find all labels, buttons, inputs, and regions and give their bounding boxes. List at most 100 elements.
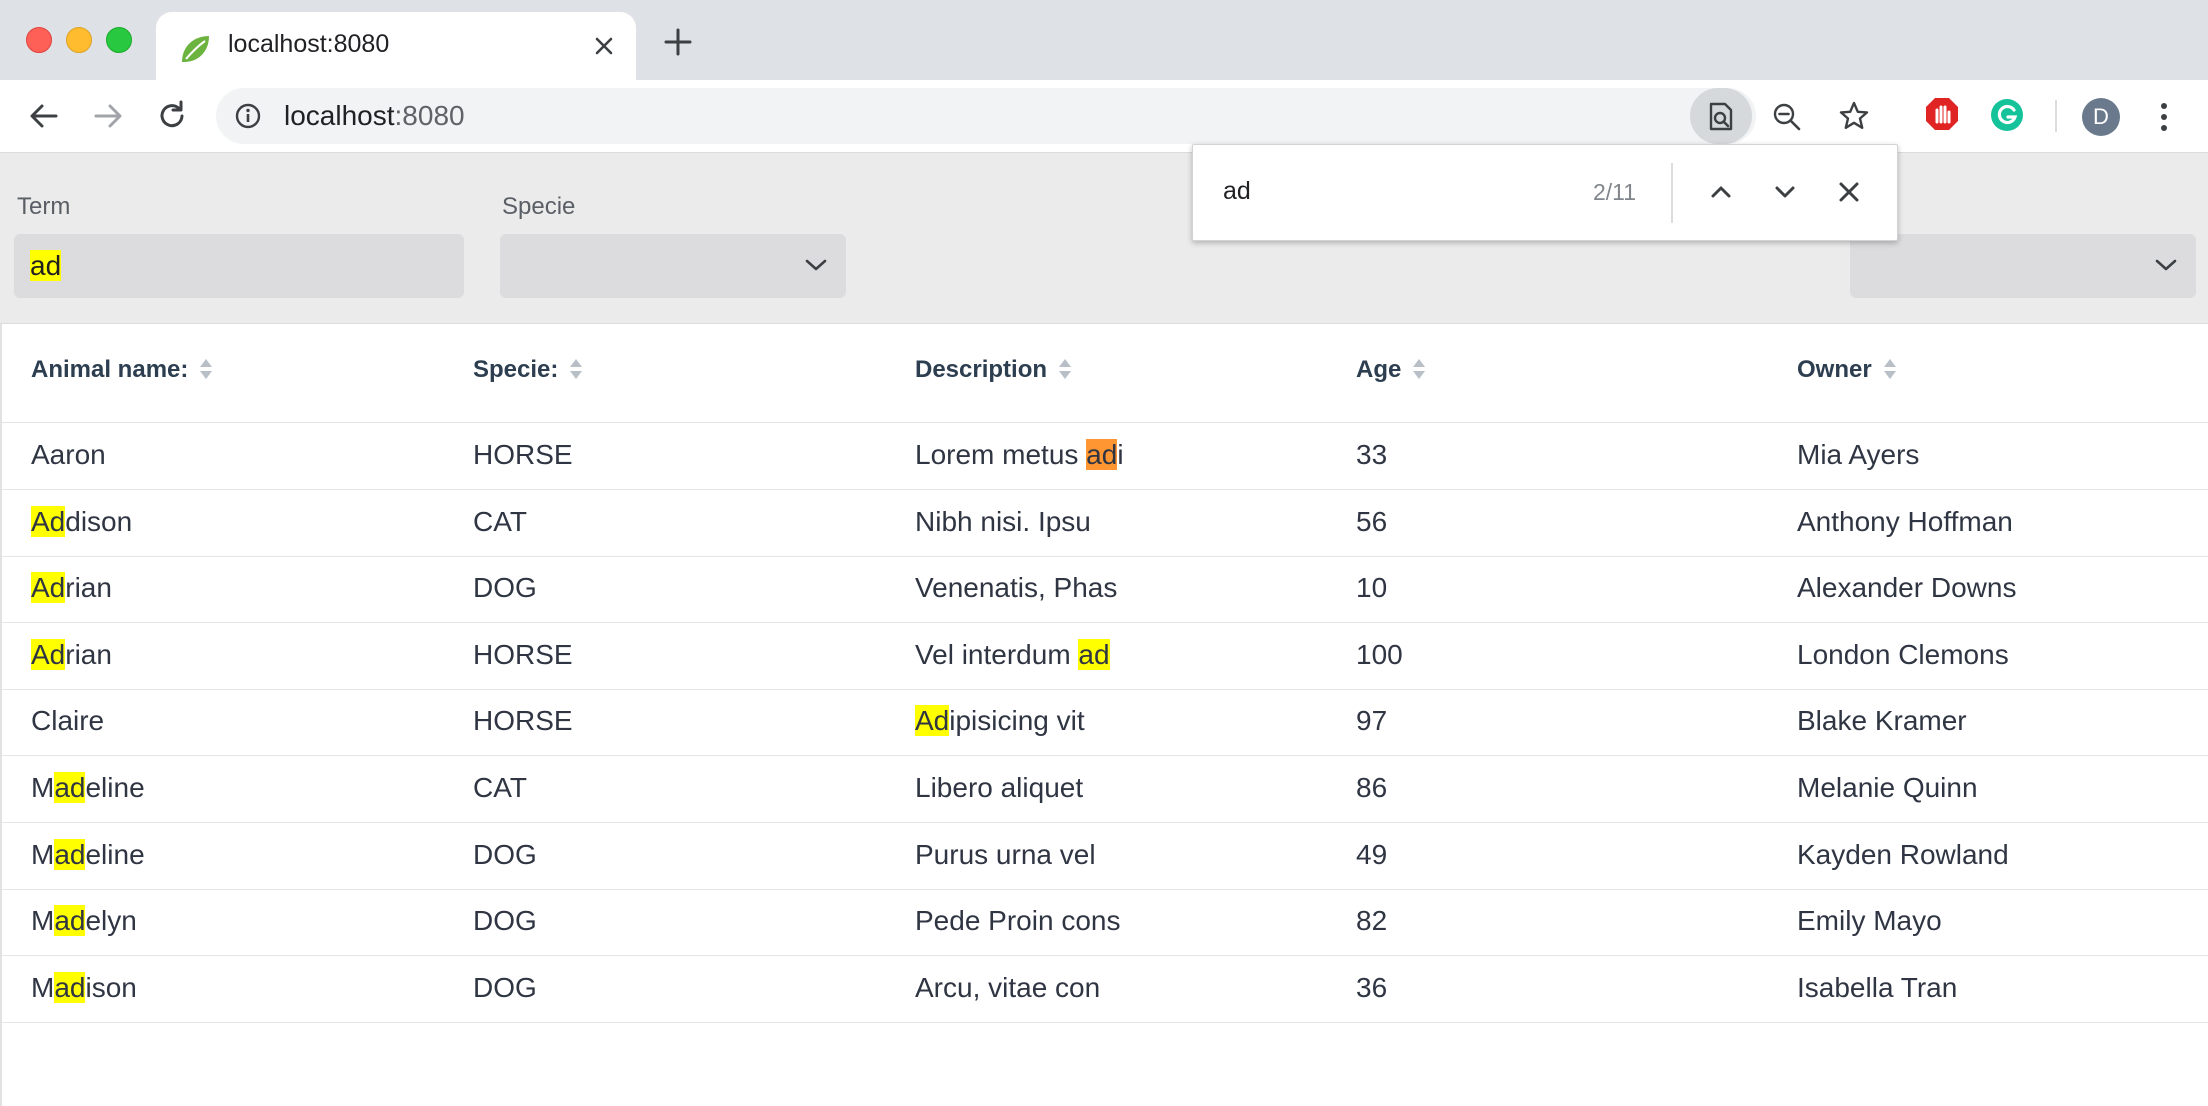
back-icon[interactable] xyxy=(26,98,62,134)
close-find-icon[interactable] xyxy=(1833,176,1865,208)
chevron-down-icon xyxy=(805,259,827,271)
forward-icon[interactable] xyxy=(90,98,126,134)
chevron-up-icon[interactable] xyxy=(1705,176,1737,208)
adblock-extension-icon[interactable] xyxy=(1924,96,1960,132)
cell-age: 82 xyxy=(1356,905,1388,937)
cell-description: Venenatis, Phas xyxy=(915,572,1117,604)
column-header-specie[interactable]: Specie: xyxy=(473,356,584,384)
search-match: ad xyxy=(54,971,86,1003)
column-header-label: Age xyxy=(1356,356,1402,383)
cell-description: Purus urna vel xyxy=(915,839,1096,871)
url-port: :8080 xyxy=(394,100,465,131)
sort-icon[interactable] xyxy=(198,356,214,382)
cell-description: Arcu, vitae con xyxy=(915,972,1100,1004)
cell-specie: CAT xyxy=(473,772,527,803)
table-row[interactable]: Claire HORSE Adipisicing vit 97 Blake Kramer xyxy=(2,689,2208,757)
maximize-window-button[interactable] xyxy=(106,27,132,53)
cell-age: 100 xyxy=(1356,638,1403,670)
info-icon[interactable] xyxy=(234,102,262,130)
close-tab-icon[interactable] xyxy=(588,30,620,62)
text-segment: Pede Proin cons xyxy=(915,905,1121,937)
chevron-down-icon[interactable] xyxy=(1769,176,1801,208)
text-segment: eline xyxy=(85,838,145,870)
cell-specie: HORSE xyxy=(473,439,573,470)
column-header-description[interactable]: Description xyxy=(915,356,1073,384)
cell-owner: London Clemons xyxy=(1797,638,2009,670)
cell-owner: Isabella Tran xyxy=(1797,971,1958,1003)
column-header-age[interactable]: Age xyxy=(1356,356,1427,384)
close-window-button[interactable] xyxy=(26,27,52,53)
cell-age: 33 xyxy=(1356,439,1388,470)
animals-table: Animal name: Specie: Description Age Owner A… xyxy=(0,324,2208,1106)
grammarly-extension-icon[interactable] xyxy=(1990,98,2024,132)
specie-select[interactable] xyxy=(500,234,846,298)
cell-description: Lorem metus adi xyxy=(915,439,1124,471)
find-input[interactable]: ad xyxy=(1223,177,1251,206)
cell-specie: DOG xyxy=(473,905,537,937)
text-segment: M xyxy=(31,838,55,870)
chevron-down-icon xyxy=(2155,259,2177,271)
search-match: ad xyxy=(1086,439,1118,470)
search-match: Ad xyxy=(915,705,950,737)
cell-age: 86 xyxy=(1356,772,1388,803)
table-row[interactable]: Madeline CAT Libero aliquet 86 Melanie Quinn xyxy=(2,756,2208,823)
browser-toolbar: localhost:8080 xyxy=(0,80,2208,153)
profile-avatar[interactable]: D xyxy=(2082,98,2120,136)
text-segment: elyn xyxy=(85,905,137,937)
cell-specie: DOG xyxy=(473,572,537,604)
table-row[interactable]: Madelyn DOG Pede Proin cons 82 Emily Mayo xyxy=(2,889,2208,957)
new-tab-icon[interactable] xyxy=(662,26,694,58)
reload-icon[interactable] xyxy=(154,98,190,134)
sort-icon[interactable] xyxy=(568,356,584,382)
cell-specie: HORSE xyxy=(473,705,573,737)
text-segment: Vel interdum xyxy=(915,638,1079,670)
text-segment: dison xyxy=(65,505,133,537)
table-row[interactable]: Aaron HORSE Lorem metus adi 33 Mia Ayers xyxy=(2,423,2208,490)
cell-animal-name: Madeline xyxy=(31,772,145,804)
owner-select[interactable] xyxy=(1850,234,2196,298)
find-in-page-icon xyxy=(1709,102,1733,131)
search-match: ad xyxy=(54,905,86,937)
bookmark-star-icon[interactable] xyxy=(1838,100,1870,132)
column-header-label: Description xyxy=(915,356,1048,383)
cell-age: 56 xyxy=(1356,505,1388,537)
cell-animal-name: Adrian xyxy=(31,638,112,671)
find-in-page-button[interactable] xyxy=(1690,88,1752,144)
text-segment: rian xyxy=(65,638,112,670)
column-header-animal-name[interactable]: Animal name: xyxy=(31,356,214,384)
find-bar: ad 2/11 xyxy=(1192,144,1898,241)
table-row[interactable]: Madeline DOG Purus urna vel 49 Kayden Rowlan… xyxy=(2,823,2208,890)
term-label: Term xyxy=(17,193,71,220)
table-row[interactable]: Adrian HORSE Vel interdum ad 100 London Clem… xyxy=(2,623,2208,690)
table-row[interactable]: Adrian DOG Venenatis, Phas 10 Alexander Down… xyxy=(2,556,2208,624)
text-segment: M xyxy=(31,905,55,937)
table-row[interactable]: Madison DOG Arcu, vitae con 36 Isabella Tran xyxy=(2,956,2208,1023)
sort-icon[interactable] xyxy=(1057,356,1073,382)
cell-animal-name: Claire xyxy=(31,705,104,737)
leaf-icon xyxy=(182,36,209,62)
minimize-window-button[interactable] xyxy=(66,27,92,53)
cell-animal-name: Madeline xyxy=(31,838,145,871)
address-bar[interactable]: localhost:8080 xyxy=(216,88,1869,144)
zoom-out-icon[interactable] xyxy=(1772,102,1802,132)
text-segment: Arcu, vitae con xyxy=(915,971,1101,1003)
toolbar-separator xyxy=(2055,100,2057,132)
cell-owner: Anthony Hoffman xyxy=(1797,505,2013,537)
table-row[interactable]: Addison CAT Nibh nisi. Ipsu 56 Anthony Hoffm… xyxy=(2,490,2208,557)
cell-description: Vel interdum ad xyxy=(915,638,1110,671)
sort-icon[interactable] xyxy=(1411,356,1427,382)
more-menu-icon[interactable] xyxy=(2154,100,2174,134)
term-value: ad xyxy=(30,250,62,281)
term-input[interactable]: ad xyxy=(14,234,464,298)
cell-animal-name: Aaron xyxy=(31,439,106,471)
cell-animal-name: Madelyn xyxy=(31,905,137,937)
search-match: Ad xyxy=(31,638,66,670)
column-header-owner[interactable]: Owner xyxy=(1797,356,1898,384)
cell-specie: DOG xyxy=(473,971,537,1003)
text-segment: i xyxy=(1117,439,1124,470)
sort-icon[interactable] xyxy=(1882,356,1898,382)
cell-specie: HORSE xyxy=(473,638,573,670)
cell-age: 97 xyxy=(1356,705,1388,737)
cell-owner: Alexander Downs xyxy=(1797,572,2017,604)
browser-tab[interactable]: localhost:8080 xyxy=(156,12,636,80)
